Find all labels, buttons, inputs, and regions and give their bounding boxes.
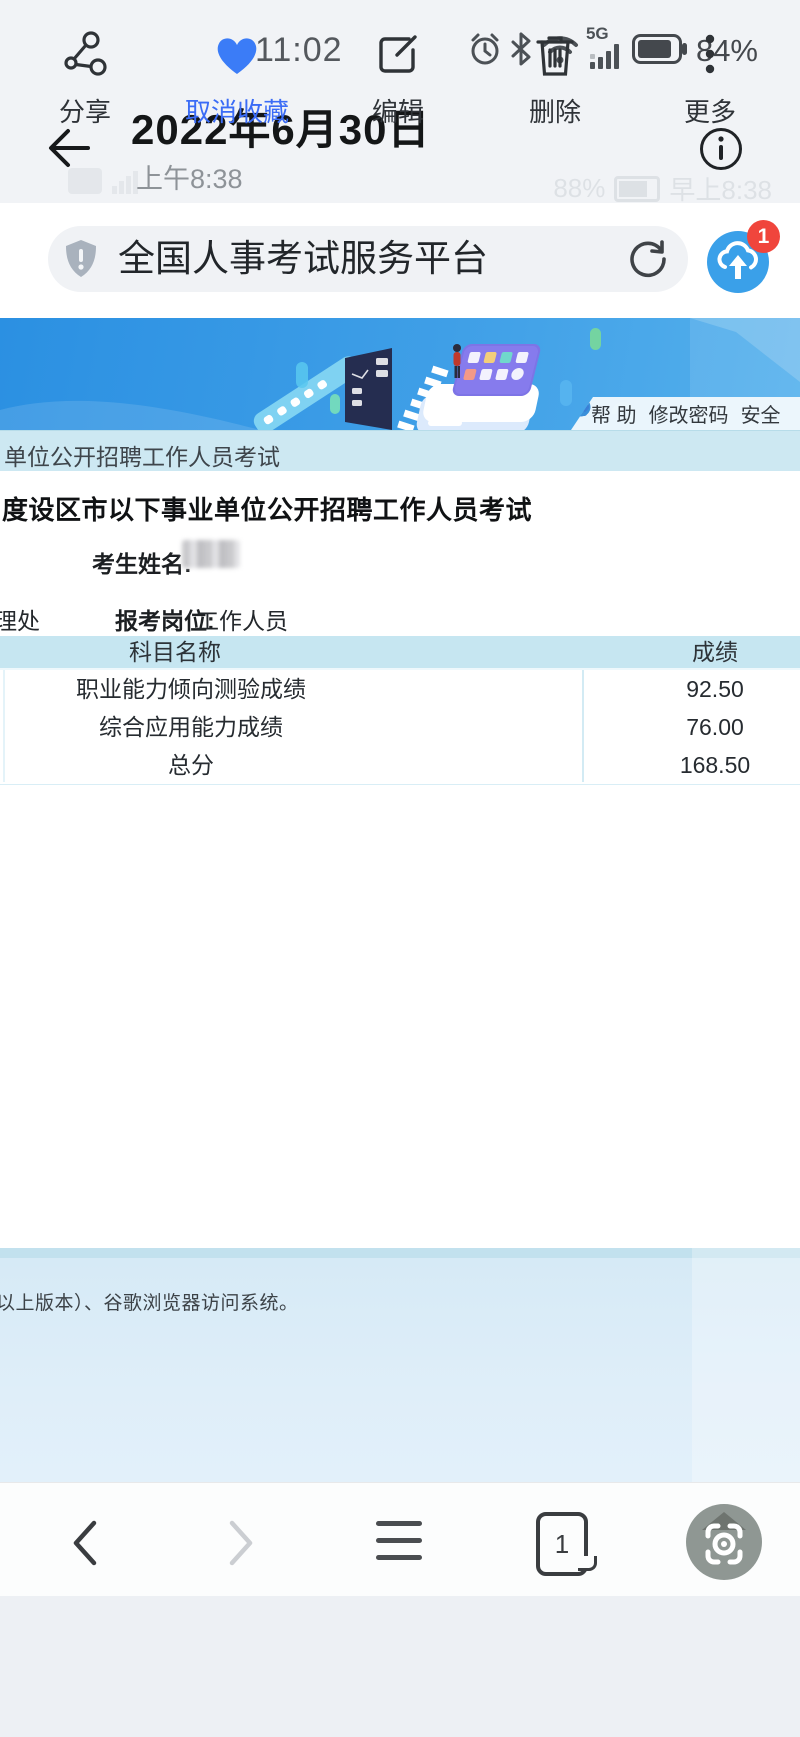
ghost-battery-percent: 88% (553, 173, 606, 203)
candidate-name-label: 考生姓名: (92, 551, 192, 577)
score-table-header: 科目名称 成绩 (0, 636, 800, 670)
table-row: 总分 168.50 (0, 746, 800, 785)
refresh-icon (626, 237, 670, 286)
subject-cell: 总分 (168, 752, 214, 778)
shield-icon (62, 238, 100, 285)
url-text: 全国人事考试服务平台 (118, 238, 488, 279)
table-left-border (3, 670, 5, 782)
score-cell: 76.00 (686, 714, 744, 740)
more-button[interactable]: 更多 (635, 0, 785, 141)
department-fragment: 理处 (0, 608, 40, 634)
table-column-divider (582, 670, 584, 782)
ghost-status-icons-left (68, 168, 138, 194)
gallery-action-bar (0, 1596, 800, 1737)
ghost-status-right: 88% 早上8:38 (553, 170, 772, 207)
breadcrumb: 单位公开招聘工作人员考试 (4, 444, 280, 470)
edit-label: 编辑 (371, 97, 424, 127)
photo-time-subtitle: 上午8:38 (136, 164, 243, 194)
position-value: 工作人员 (196, 608, 288, 634)
share-label: 分享 (58, 97, 111, 127)
table-row: 综合应用能力成绩 76.00 (0, 708, 800, 747)
notification-badge: 1 (747, 220, 780, 253)
logout-link: 安全 (740, 405, 781, 427)
change-password-link: 修改密码 (648, 405, 729, 427)
table-row: 职业能力倾向测验成绩 92.50 (0, 670, 800, 709)
candidate-name-redacted (182, 540, 240, 568)
score-cell: 92.50 (686, 676, 744, 702)
site-banner: 帮 助 ? 修改密码 安全 (0, 318, 800, 430)
footer-top-strip (0, 1248, 800, 1258)
subject-cell: 职业能力倾向测验成绩 (76, 676, 306, 702)
edit-button[interactable]: 编辑 (323, 0, 473, 141)
score-cell: 168.50 (679, 752, 751, 778)
more-icon (635, 30, 785, 80)
share-button[interactable]: 分享 (10, 0, 160, 141)
delete-button[interactable]: 删除 (480, 0, 630, 141)
delete-icon (480, 30, 630, 80)
unfavorite-button[interactable]: 取消收藏 (162, 0, 312, 141)
column-header-subject: 科目名称 (129, 639, 221, 665)
ghost-battery-icon (614, 175, 661, 202)
page-right-edge (692, 1248, 800, 1482)
menu-icon (376, 1521, 422, 1560)
more-label: 更多 (683, 97, 736, 127)
unfavorite-label: 取消收藏 (184, 97, 289, 127)
subject-cell: 综合应用能力成绩 (99, 714, 283, 740)
chevron-left-icon (64, 1517, 104, 1574)
help-link: 帮 助 (591, 405, 637, 427)
screen: 11:02 5G 84% 2022年6月30日 上午8:38 88% 早上8:3… (0, 0, 800, 1737)
ghost-time: 早上8:38 (669, 175, 772, 205)
delete-label: 删除 (528, 97, 581, 127)
share-icon (10, 30, 160, 80)
edit-icon (323, 30, 473, 80)
footer-note: 以上版本）、谷歌浏览器访问系统。 (0, 1293, 299, 1314)
tabs-icon-notch (578, 1556, 597, 1571)
column-header-score: 成绩 (692, 639, 738, 665)
exam-title: 度设区市以下事业单位公开招聘工作人员考试 (2, 495, 533, 525)
lens-icon (686, 1504, 762, 1580)
banner-quick-links: 帮 助 ? 修改密码 安全 (571, 397, 800, 430)
chevron-right-icon (222, 1517, 262, 1574)
heart-icon (162, 30, 312, 80)
